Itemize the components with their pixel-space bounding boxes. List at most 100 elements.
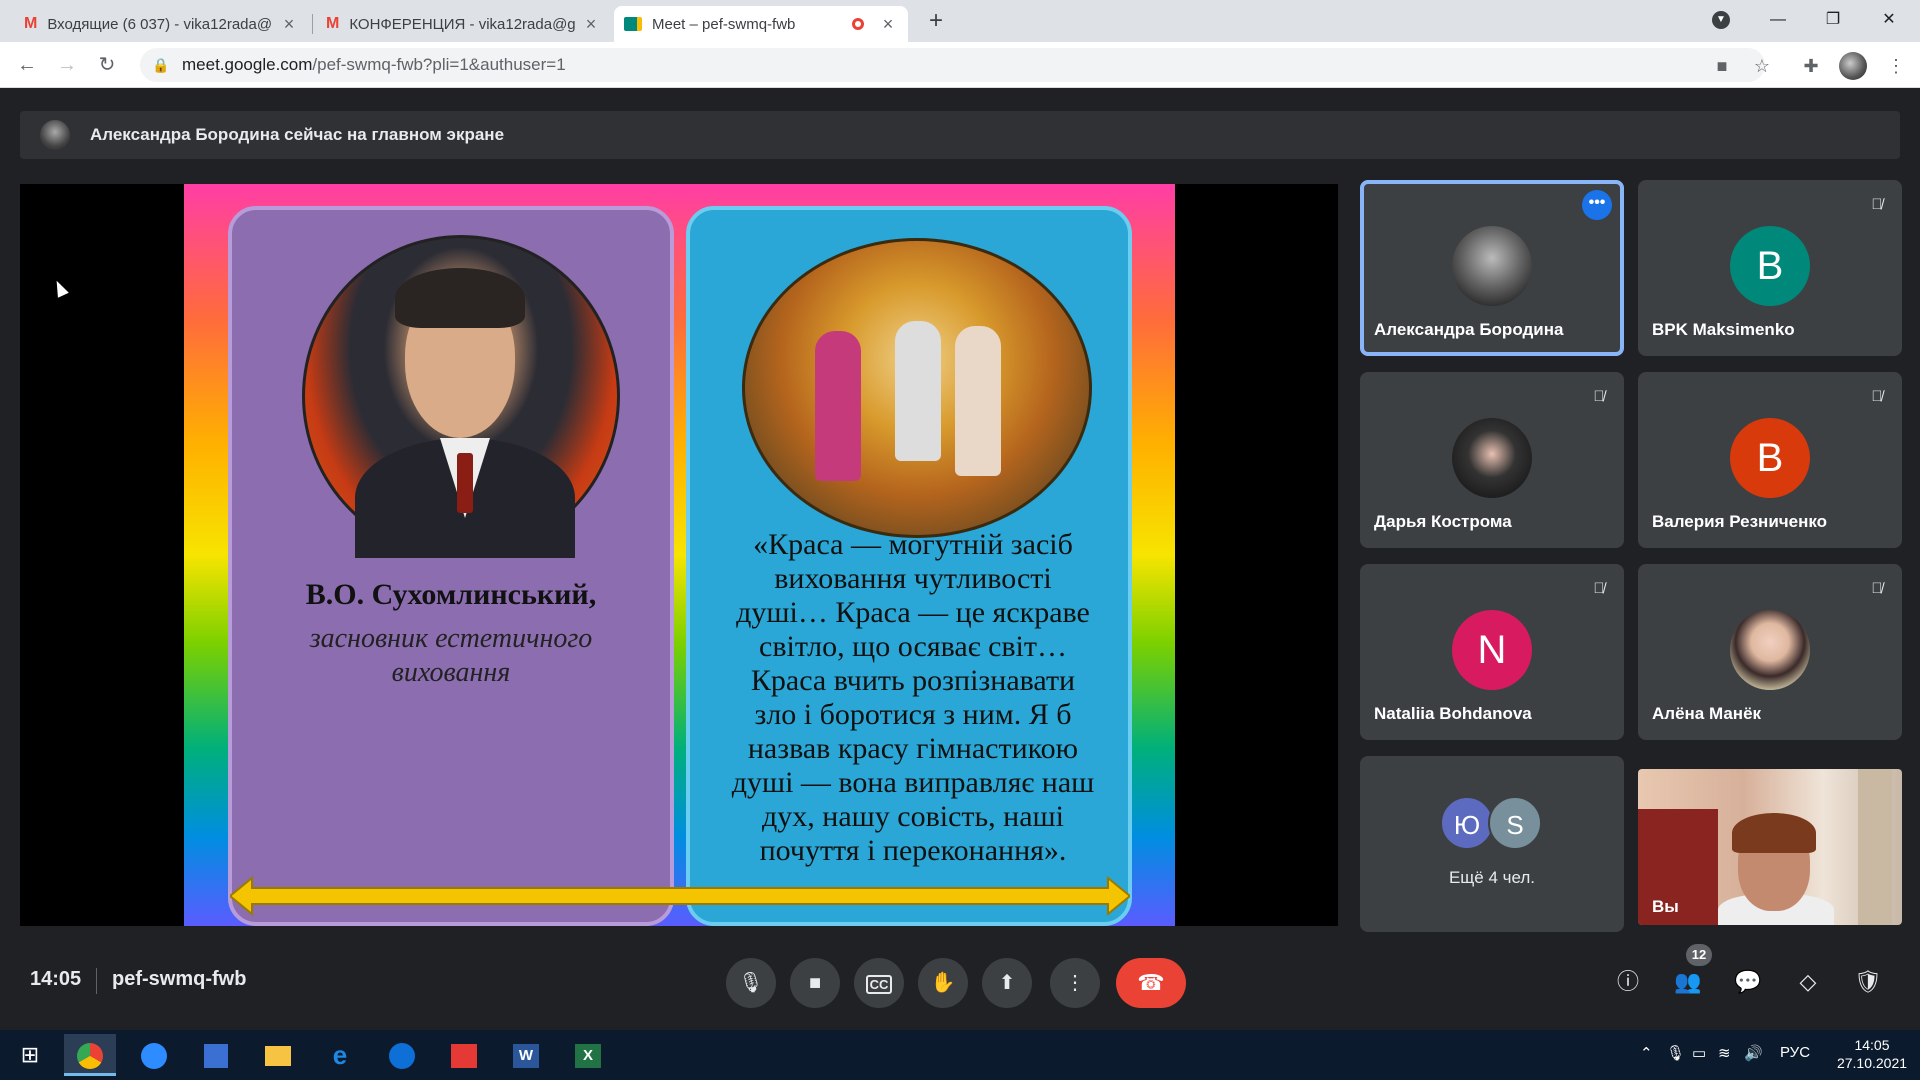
anydesk-icon[interactable] [438, 1034, 490, 1076]
windows-start-icon[interactable]: ⊞ [4, 1034, 56, 1076]
participant-avatar [1730, 610, 1810, 690]
excel-icon[interactable]: X [562, 1034, 614, 1076]
gmail-icon: M [24, 15, 38, 32]
more-options-icon[interactable]: ••• [1582, 190, 1612, 220]
quote-line: дух, нашу совість, наші [762, 800, 1064, 833]
browser-tab[interactable]: M КОНФЕРЕНЦИЯ - vika12rada@g × [316, 6, 611, 42]
windows-taskbar: ⊞ e W X ⌃ 🎙 ▭ ≋ 🔊 РУС 14:05 27.10.2021 [0, 1030, 1920, 1080]
presenting-banner: Александра Бородина сейчас на главном эк… [20, 111, 1900, 159]
participant-avatar: N [1452, 610, 1532, 690]
quote-line: душі — вона виправляє наш [731, 766, 1095, 799]
close-tab-icon[interactable]: × [878, 14, 898, 35]
meeting-time: 14:05 [30, 968, 82, 990]
quote-line: душі… Краса — це яскраве [736, 596, 1090, 629]
quote-line: зло і боротися з ним. Я б [754, 698, 1072, 731]
tray-wifi-icon[interactable]: ≋ [1718, 1044, 1731, 1062]
browser-tab[interactable]: M Входящие (6 037) - vika12rada@ × [14, 6, 309, 42]
chat-icon[interactable]: 💬 [1728, 962, 1768, 1002]
slide-author-role: засновник естетичного виховання [272, 622, 630, 690]
address-bar-row: ← → ↻ 🔒 meet.google.com/pef-swmq-fwb?pli… [0, 42, 1920, 88]
tab-separator [312, 14, 313, 34]
tray-chevron-icon[interactable]: ⌃ [1640, 1044, 1653, 1062]
participant-count-badge: 12 [1686, 944, 1712, 966]
raise-hand-button[interactable]: ✋ [918, 958, 968, 1008]
microphone-button[interactable]: 🎙 [726, 958, 776, 1008]
tray-clock[interactable]: 14:05 27.10.2021 [1828, 1036, 1916, 1072]
quote-line: Краса вчить розпізнавати [750, 664, 1076, 697]
tab-search-icon[interactable]: ▼ [1698, 4, 1744, 36]
captions-button[interactable]: CC [854, 958, 904, 1008]
bookmark-star-icon[interactable]: ☆ [1748, 52, 1776, 80]
restore-icon[interactable]: ❐ [1810, 4, 1856, 36]
participant-tile[interactable]: B 🎙̸ Валерия Резниченко [1638, 372, 1902, 548]
slide-right-card: «Краса — могутній засіб виховання чутлив… [686, 206, 1132, 926]
slide-author-name: В.О. Сухомлинський, [305, 578, 597, 611]
meeting-code: pef-swmq-fwb [112, 968, 247, 990]
file-explorer-icon[interactable] [252, 1034, 304, 1076]
profile-avatar[interactable] [1839, 52, 1867, 80]
role-line: засновник естетичного [309, 623, 593, 654]
double-arrow-graphic [230, 876, 1130, 916]
self-view-tile[interactable]: Вы [1638, 769, 1902, 925]
slide-quote: «Краса — могутній засіб виховання чутлив… [700, 528, 1126, 868]
save-disk-icon[interactable] [190, 1034, 242, 1076]
participant-tile[interactable]: B 🎙̸ BPK Maksimenko [1638, 180, 1902, 356]
banner-text: Александра Бородина сейчас на главном эк… [90, 125, 505, 144]
close-tab-icon[interactable]: × [279, 14, 299, 35]
camera-button[interactable]: ■ [790, 958, 840, 1008]
meet-icon [624, 17, 642, 31]
url-host: meet.google.com [182, 55, 313, 74]
new-tab-button[interactable]: + [922, 8, 950, 36]
tray-battery-icon[interactable]: ▭ [1692, 1044, 1706, 1062]
present-screen-button[interactable]: ⬆ [982, 958, 1032, 1008]
meeting-info-icon[interactable]: ⓘ [1608, 962, 1648, 1002]
more-participants-tile[interactable]: Ю S Ещё 4 чел. [1360, 756, 1624, 932]
participant-avatar [1452, 226, 1532, 306]
presenter-avatar [40, 120, 70, 150]
recording-dot-icon [852, 18, 864, 30]
tray-mic-icon[interactable]: 🎙 [1666, 1044, 1685, 1062]
participant-tile[interactable]: 🎙̸ Дарья Кострома [1360, 372, 1624, 548]
minimize-icon[interactable]: — [1755, 4, 1801, 36]
mic-off-icon: 🎙̸ [1871, 196, 1883, 213]
self-view-label: Вы [1652, 897, 1679, 916]
chrome-icon[interactable] [64, 1034, 116, 1076]
close-window-icon[interactable]: ✕ [1866, 4, 1912, 36]
extensions-icon[interactable]: ✚ [1797, 52, 1825, 80]
host-controls-icon[interactable]: 🛡 [1848, 962, 1888, 1002]
activities-icon[interactable]: ◇ [1788, 962, 1828, 1002]
participant-name: BPK Maksimenko [1652, 320, 1795, 339]
people-icon[interactable]: 👥 [1668, 962, 1708, 1002]
participant-avatar: B [1730, 418, 1810, 498]
close-tab-icon[interactable]: × [581, 14, 601, 35]
more-participants-label: Ещё 4 чел. [1448, 868, 1536, 887]
participant-avatar: Ю [1440, 796, 1494, 850]
tab-title: КОНФЕРЕНЦИЯ - vika12rada@g [349, 15, 576, 33]
participant-tile[interactable]: ••• Александра Бородина [1360, 180, 1624, 356]
teamviewer-icon[interactable] [376, 1034, 428, 1076]
word-icon[interactable]: W [500, 1034, 552, 1076]
back-icon[interactable]: ← [12, 50, 42, 80]
forward-icon[interactable]: → [52, 50, 82, 80]
participant-avatar: B [1730, 226, 1810, 306]
participant-name: Дарья Кострома [1374, 512, 1512, 531]
more-options-button[interactable]: ⋮ [1050, 958, 1100, 1008]
zoom-icon[interactable] [128, 1034, 180, 1076]
mic-off-icon: 🎙̸ [1871, 388, 1883, 405]
participant-tile[interactable]: N 🎙̸ Nataliia Bohdanova [1360, 564, 1624, 740]
end-call-button[interactable]: ☎ [1116, 958, 1186, 1008]
camera-permission-icon[interactable]: ■ [1708, 52, 1736, 80]
edge-icon[interactable]: e [314, 1034, 366, 1076]
participant-tile[interactable]: 🎙̸ Алёна Манёк [1638, 564, 1902, 740]
browser-tab-active[interactable]: Meet – pef-swmq-fwb × [614, 6, 908, 42]
tray-language[interactable]: РУС [1780, 1044, 1810, 1061]
quote-line: «Краса — могутній засіб [753, 528, 1073, 561]
reload-icon[interactable]: ↻ [92, 50, 122, 80]
tray-volume-icon[interactable]: 🔊 [1744, 1044, 1763, 1062]
url-field[interactable]: 🔒 meet.google.com/pef-swmq-fwb?pli=1&aut… [140, 48, 1765, 82]
mic-off-icon: 🎙̸ [1593, 580, 1605, 597]
browser-tab-bar: M Входящие (6 037) - vika12rada@ × M КОН… [0, 0, 1920, 42]
participant-avatar: S [1488, 796, 1542, 850]
mic-off-icon: 🎙̸ [1593, 388, 1605, 405]
browser-menu-icon[interactable]: ⋮ [1882, 52, 1910, 80]
